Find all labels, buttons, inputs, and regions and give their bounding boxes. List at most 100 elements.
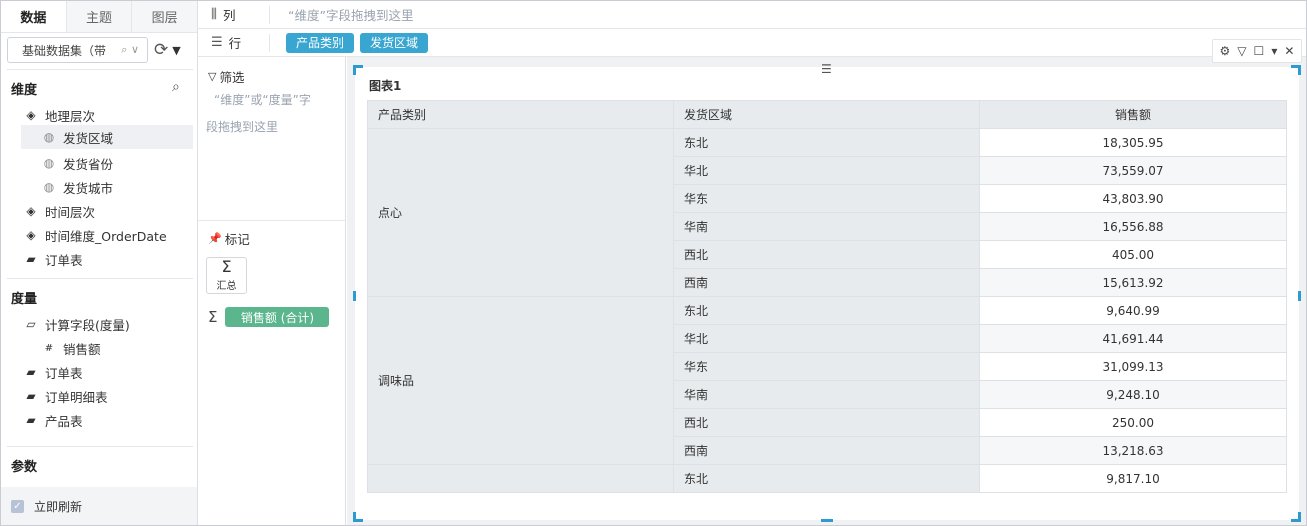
columns-icon: ⫼ (211, 7, 217, 22)
dataset-select[interactable]: 基础数据集（带 ⌕ ∨ (7, 37, 148, 63)
auto-refresh-checkbox[interactable]: ✓ (11, 499, 24, 513)
tab-layers[interactable]: 图层 (132, 1, 198, 32)
resize-handle-bottom[interactable] (821, 519, 833, 522)
panel-tabs: 数据 主题 图层 (1, 1, 198, 33)
filter-title-text: 筛选 (219, 70, 245, 85)
tree-item-label: 发货区域 (63, 130, 114, 146)
region-cell[interactable]: 华东 (673, 184, 980, 213)
tree-item-sales[interactable]: # 销售额 (41, 336, 101, 360)
tree-item-label: 时间层次 (45, 204, 96, 220)
refresh-icon[interactable]: ⟳ (154, 40, 168, 60)
settings-icon[interactable]: ⚙ (1220, 44, 1231, 58)
resize-handle-right[interactable] (1298, 291, 1301, 301)
columns-drop-hint: “维度”字段拖拽到这里 (288, 8, 414, 23)
filter-title: ▽ 筛选 (208, 67, 244, 86)
rows-shelf[interactable]: ☰ 行 产品类别 发货区域 (198, 29, 1306, 57)
drag-handle-icon[interactable]: ☰ (821, 62, 832, 76)
more-dropdown-icon[interactable]: ▾ (1271, 44, 1277, 58)
filter-icon: ▽ (208, 70, 217, 83)
tab-data[interactable]: 数据 (1, 1, 67, 32)
resize-handle-br[interactable] (1291, 512, 1301, 522)
chart-component[interactable]: ☰ 图表1 产品类别 发货区域 销售额 点心 东北 18,305.95 华北 73,55… (353, 62, 1301, 522)
close-icon[interactable]: ✕ (1284, 44, 1294, 58)
resize-handle-tr[interactable] (1291, 65, 1301, 75)
tree-item-label: 发货省份 (63, 156, 114, 172)
resize-handle-bl[interactable] (353, 512, 363, 522)
auto-refresh-label[interactable]: 立即刷新 (34, 498, 82, 515)
category-cell[interactable] (367, 464, 674, 493)
sales-value-cell[interactable]: 13,218.63 (979, 436, 1287, 465)
region-cell[interactable]: 华北 (673, 156, 980, 185)
region-cell[interactable]: 东北 (673, 128, 980, 157)
maximize-icon[interactable]: ☐ (1254, 44, 1265, 58)
resize-handle-tl[interactable] (353, 65, 363, 75)
sales-value-cell[interactable]: 405.00 (979, 240, 1287, 269)
region-cell[interactable]: 西北 (673, 408, 980, 437)
tree-item-calc-fields[interactable]: ▱ 计算字段(度量) (23, 312, 129, 336)
dataset-select-icons: ⌕ ∨ (121, 43, 139, 56)
divider (7, 446, 193, 447)
sales-value-cell[interactable]: 31,099.13 (979, 352, 1287, 381)
region-cell[interactable]: 东北 (673, 464, 980, 493)
category-cell[interactable]: 点心 (367, 128, 674, 297)
tree-item-label: 订单表 (45, 365, 83, 381)
mark-sum-button[interactable]: Σ 汇总 (206, 257, 247, 294)
region-cell[interactable]: 华东 (673, 352, 980, 381)
sales-value-cell[interactable]: 16,556.88 (979, 212, 1287, 241)
region-cell[interactable]: 东北 (673, 296, 980, 325)
sales-value-cell[interactable]: 9,817.10 (979, 464, 1287, 493)
tree-item-products[interactable]: ▰ 产品表 (23, 408, 83, 432)
row-pill-product-category[interactable]: 产品类别 (286, 32, 355, 53)
tree-item-ship-province[interactable]: ◍ 发货省份 (41, 151, 113, 175)
table-row: 调味品 东北 9,640.99 (367, 296, 1287, 465)
sales-value-cell[interactable]: 43,803.90 (979, 184, 1287, 213)
column-header[interactable]: 产品类别 (367, 100, 674, 129)
sales-value-cell[interactable]: 73,559.07 (979, 156, 1287, 185)
tree-item-ship-region[interactable]: ◍ 发货区域 (21, 125, 193, 149)
region-cell[interactable]: 华北 (673, 324, 980, 353)
tab-theme[interactable]: 主题 (66, 1, 133, 32)
sales-value-cell[interactable]: 41,691.44 (979, 324, 1287, 353)
tree-item-label: 销售额 (63, 341, 101, 357)
tree-item-ship-city[interactable]: ◍ 发货城市 (41, 175, 113, 199)
tree-item-order-details[interactable]: ▰ 订单明细表 (23, 384, 107, 408)
category-cell[interactable]: 调味品 (367, 296, 674, 465)
region-cell[interactable]: 西南 (673, 268, 980, 297)
tree-item-orders-dim[interactable]: ▰ 订单表 (23, 247, 82, 271)
filter-drop-zone[interactable]: “维度”或“度量”字 段拖拽到这里 (206, 87, 338, 141)
number-field-icon: # (44, 342, 54, 354)
layers-icon: ◈ (26, 108, 36, 122)
sales-value-cell[interactable]: 18,305.95 (979, 128, 1287, 157)
tree-item-time-hierarchy[interactable]: ◈ 时间层次 (23, 199, 95, 223)
folder-icon: ▰ (26, 252, 36, 266)
tree-item-label: 发货城市 (63, 180, 114, 196)
tree-item-time-orderdate[interactable]: ◈ 时间维度_OrderDate (23, 223, 167, 247)
measure-pill-sales-sum[interactable]: 销售额 (合计) (225, 307, 330, 327)
filter-icon[interactable]: ▽ (1237, 44, 1246, 58)
column-header[interactable]: 销售额 (979, 100, 1287, 129)
sales-value-cell[interactable]: 15,613.92 (979, 268, 1287, 297)
tree-item-label: 时间维度_OrderDate (45, 228, 167, 244)
region-cell[interactable]: 华南 (673, 212, 980, 241)
caret-down-icon[interactable]: ▼ (172, 44, 180, 57)
filter-hint-line2: 段拖拽到这里 (206, 120, 279, 134)
tree-item-label: 产品表 (45, 413, 83, 429)
refresh-bar: ✓ 立即刷新 (1, 487, 197, 525)
tree-item-orders[interactable]: ▰ 订单表 (23, 360, 83, 384)
crosstab-table: 产品类别 发货区域 销售额 点心 东北 18,305.95 华北 73,559.07 华东… (367, 100, 1287, 493)
region-cell[interactable]: 西北 (673, 240, 980, 269)
column-header[interactable]: 发货区域 (673, 100, 980, 129)
sales-value-cell[interactable]: 250.00 (979, 408, 1287, 437)
region-cell[interactable]: 西南 (673, 436, 980, 465)
resize-handle-left[interactable] (353, 291, 356, 301)
chart-title: 图表1 (369, 79, 402, 93)
tree-item-geo-hierarchy[interactable]: ◈ 地理层次 (23, 103, 95, 127)
sales-value-cell[interactable]: 9,640.99 (979, 296, 1287, 325)
columns-shelf[interactable]: ⫼ 列 “维度”字段拖拽到这里 (198, 1, 1306, 29)
search-icon[interactable]: ⌕ (172, 79, 180, 95)
data-panel: 数据 主题 图层 基础数据集（带 ⌕ ∨ ⟳ ▼ 维度 ⌕ ◈ 地理层次 ◍ 发… (1, 1, 198, 525)
params-title: 参数 (11, 460, 38, 475)
sales-value-cell[interactable]: 9,248.10 (979, 380, 1287, 409)
row-pill-ship-region[interactable]: 发货区域 (360, 32, 429, 53)
region-cell[interactable]: 华南 (673, 380, 980, 409)
